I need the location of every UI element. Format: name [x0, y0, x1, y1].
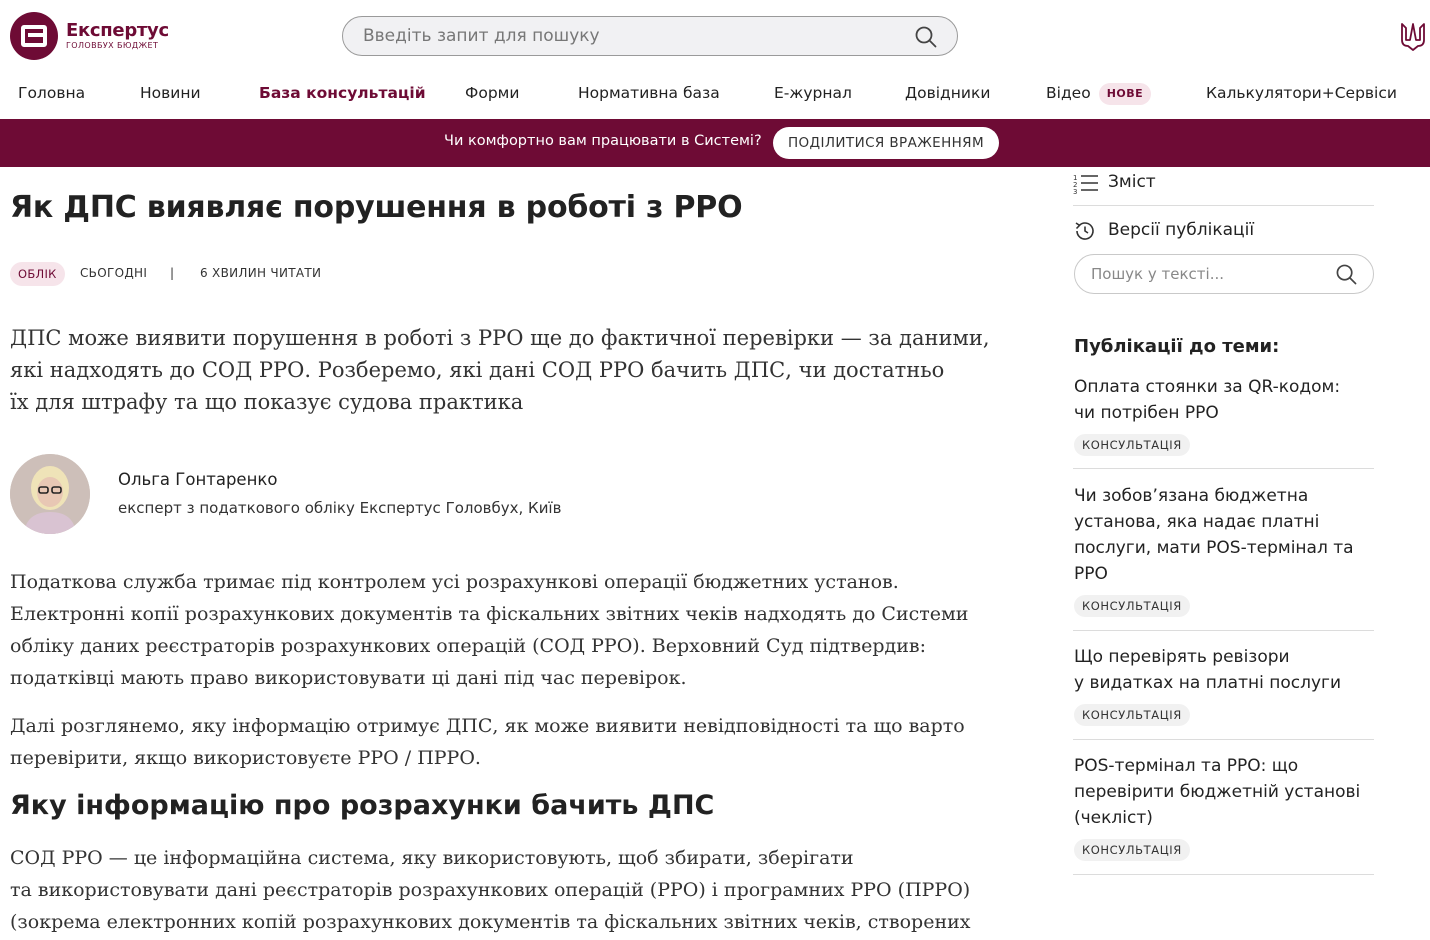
author-avatar[interactable] — [10, 454, 90, 534]
search-icon[interactable] — [1336, 264, 1357, 290]
share-feedback-button[interactable]: ПОДІЛИТИСЯ ВРАЖЕННЯМ — [773, 127, 999, 159]
nav-item-ejournal[interactable]: Е-журнал — [774, 80, 852, 106]
paragraph-line: Електронні копії розрахункових документі… — [10, 603, 969, 625]
related-title: Публікації до теми: — [1074, 336, 1280, 357]
main-nav: Головна Новини База консультацій Форми Н… — [0, 80, 1430, 108]
nav-item-calculators[interactable]: Калькулятори+Сервіси — [1206, 80, 1397, 106]
brand-subtitle: ГОЛОВБУХ БЮДЖЕТ — [66, 41, 159, 50]
paragraph-line: та використовувати дані реєстраторів роз… — [10, 879, 971, 901]
related-item[interactable]: Чи зобов’язана бюджетна установа, яка на… — [1074, 483, 1374, 618]
article-paragraph: Податкова служба тримає під контролем ус… — [10, 566, 970, 694]
nav-item-normative[interactable]: Нормативна база — [578, 80, 720, 106]
sidebar-divider — [1073, 468, 1374, 469]
author-name[interactable]: Ольга Гонтаренко — [118, 470, 277, 489]
lead-line: їх для штрафу та що показує судова практ… — [10, 390, 524, 414]
article-paragraph: Далі розглянемо, яку інформацію отримує … — [10, 710, 970, 774]
versions-link[interactable]: Версії публікації — [1073, 220, 1333, 244]
brand-name: Експертус — [66, 20, 169, 41]
related-item-title: Що перевірять ревізори — [1074, 647, 1290, 667]
related-item-title: установа, яка надає платні — [1074, 512, 1320, 532]
text-search-input[interactable] — [1091, 255, 1321, 293]
article-date: СЬОГОДНІ — [80, 266, 148, 280]
related-item[interactable]: Оплата стоянки за QR-кодом: чи потрібен … — [1074, 374, 1374, 457]
paragraph-line: обліку даних реєстраторів розрахункових … — [10, 635, 926, 657]
related-item-title: чи потрібен РРО — [1074, 403, 1219, 423]
read-time: 6 ХВИЛИН ЧИТАТИ — [200, 266, 322, 280]
author-position: експерт з податкового обліку Експертус Г… — [118, 499, 562, 517]
related-item-title: Чи зобов’язана бюджетна — [1074, 486, 1309, 506]
article-title: Як ДПС виявляє порушення в роботі з РРО — [10, 190, 743, 225]
paragraph-line: (зокрема електронних копій розрахункових… — [10, 911, 971, 933]
search-input[interactable] — [363, 17, 903, 55]
related-item-title: РРО — [1074, 564, 1108, 584]
related-item-tag: КОНСУЛЬТАЦІЯ — [1074, 839, 1190, 861]
paragraph-line: Податкова служба тримає під контролем ус… — [10, 571, 899, 593]
related-item-title: POS-термінал та РРО: що — [1074, 756, 1299, 776]
related-item-tag: КОНСУЛЬТАЦІЯ — [1074, 434, 1190, 456]
brand-logo[interactable]: Експертус ГОЛОВБУХ БЮДЖЕТ — [10, 12, 169, 60]
global-search — [342, 16, 958, 56]
paragraph-line: податківці мають право використовувати ц… — [10, 667, 687, 689]
logo-mark-icon — [10, 12, 58, 60]
related-item-tag: КОНСУЛЬТАЦІЯ — [1074, 595, 1190, 617]
contents-link[interactable]: 1 2 3 Зміст — [1073, 172, 1273, 196]
svg-text:3: 3 — [1073, 188, 1077, 194]
paragraph-line: СОД РРО — це інформаційна система, яку в… — [10, 847, 854, 869]
related-item-tag: КОНСУЛЬТАЦІЯ — [1074, 704, 1190, 726]
sidebar-divider — [1073, 874, 1374, 875]
sidebar-divider — [1073, 630, 1374, 631]
history-icon — [1075, 222, 1094, 240]
sidebar-divider — [1073, 205, 1374, 206]
contents-label: Зміст — [1108, 172, 1156, 192]
related-item-title: перевірити бюджетній установі — [1074, 782, 1361, 802]
article-paragraph: СОД РРО — це інформаційна система, яку в… — [10, 842, 971, 938]
lead-line: які надходять до СОД РРО. Розберемо, які… — [10, 358, 945, 382]
category-tag[interactable]: ОБЛІК — [10, 262, 65, 286]
nav-item-video-label: Відео — [1046, 84, 1091, 102]
site-header: Експертус ГОЛОВБУХ БЮДЖЕТ — [0, 0, 1430, 72]
sidebar-divider — [1073, 739, 1374, 740]
text-search — [1074, 254, 1374, 294]
nav-item-home[interactable]: Головна — [18, 80, 85, 106]
nav-item-video[interactable]: Відео НОВЕ — [1046, 80, 1152, 106]
feedback-banner: Чи комфортно вам працювати в Системі? — [0, 119, 1430, 167]
section-heading: Яку інформацію про розрахунки бачить ДПС — [10, 790, 715, 821]
meta-separator: | — [170, 266, 175, 280]
related-item[interactable]: POS-термінал та РРО: що перевірити бюдже… — [1074, 753, 1374, 862]
nav-item-references[interactable]: Довідники — [905, 80, 990, 106]
banner-text: Чи комфортно вам працювати в Системі? — [444, 133, 762, 149]
nav-item-forms[interactable]: Форми — [465, 80, 519, 106]
related-item-title: (чекліст) — [1074, 808, 1153, 828]
paragraph-line: Далі розглянемо, яку інформацію отримує … — [10, 715, 965, 737]
article-lead: ДПС може виявити порушення в роботі з РР… — [10, 322, 990, 418]
list-icon: 1 2 3 — [1073, 174, 1098, 194]
search-icon[interactable] — [915, 26, 937, 53]
related-item-title: послуги, мати POS-термінал та — [1074, 538, 1354, 558]
related-item[interactable]: Що перевірять ревізори у видатках на пла… — [1074, 644, 1374, 727]
related-item-title: Оплата стоянки за QR-кодом: — [1074, 377, 1341, 397]
nav-item-news[interactable]: Новини — [140, 80, 201, 106]
versions-label: Версії публікації — [1108, 220, 1255, 240]
trident-icon — [1400, 20, 1426, 57]
lead-line: ДПС може виявити порушення в роботі з РР… — [10, 326, 990, 350]
new-badge: НОВЕ — [1098, 83, 1152, 105]
nav-item-consultations[interactable]: База консультацій — [259, 80, 426, 106]
paragraph-line: перевірити, якщо використовуєте РРО / ПР… — [10, 747, 481, 769]
related-item-title: у видатках на платні послуги — [1074, 673, 1342, 693]
